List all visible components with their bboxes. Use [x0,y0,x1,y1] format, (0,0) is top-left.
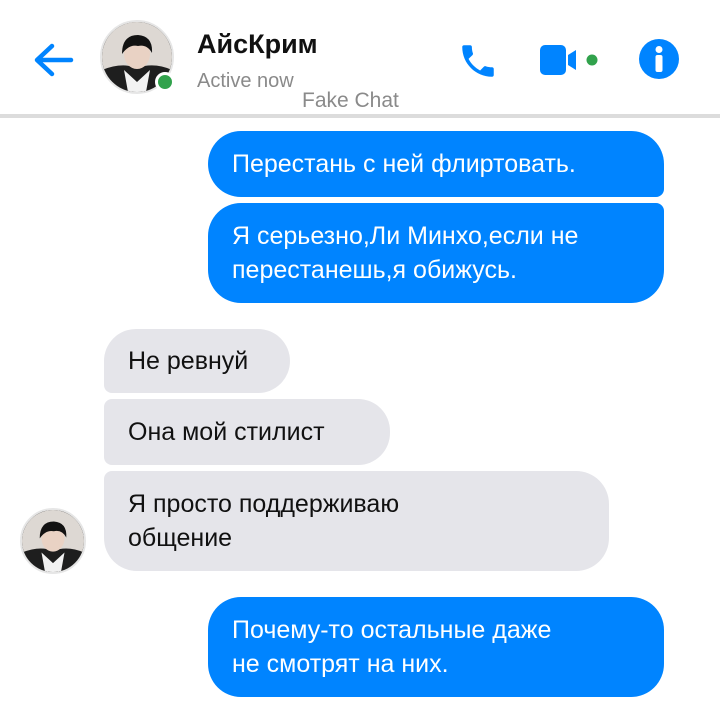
message-bubble-incoming[interactable]: Я просто поддерживаю общение [104,471,609,571]
message-bubble-outgoing[interactable]: Почему-то остальные даже не смотрят на н… [208,597,664,697]
message-text: Я серьезно,Ли Минхо,если не [232,222,579,250]
message-text: не смотрят на них. [232,650,449,678]
message-bubble-incoming[interactable]: Она мой стилист [104,399,390,465]
message-text: общение [128,524,233,552]
call-button[interactable] [454,38,502,84]
online-status-dot [155,72,175,92]
sender-avatar[interactable] [20,508,86,574]
info-icon [639,39,679,79]
message-text: перестанешь,я обижусь. [232,256,517,284]
message-text: Я просто поддерживаю [128,490,400,518]
active-status: Active now [197,70,294,92]
message-bubble-incoming[interactable]: Не ревнуй [104,329,290,393]
arrow-left-icon [34,43,74,77]
message-text: Она мой стилист [128,418,325,446]
message-bubble-outgoing[interactable]: Я серьезно,Ли Минхо,если не перестанешь,… [208,203,664,303]
phone-icon [462,45,494,77]
message-text: Почему-то остальные даже [232,616,552,644]
header-divider [0,114,720,118]
video-call-button[interactable] [536,42,610,78]
back-button[interactable] [30,38,76,82]
watermark-text: Fake Chat [302,89,399,112]
chat-header: АйсКрим Active now Fake Chat [0,0,720,116]
message-text: Не ревнуй [128,347,249,375]
message-text: Перестань с ней флиртовать. [232,150,576,178]
message-bubble-outgoing[interactable]: Перестань с ней флиртовать. [208,131,664,197]
avatar-photo [22,510,84,572]
info-button[interactable] [636,36,682,82]
contact-name[interactable]: АйсКрим [197,29,318,60]
video-camera-icon [540,45,598,75]
